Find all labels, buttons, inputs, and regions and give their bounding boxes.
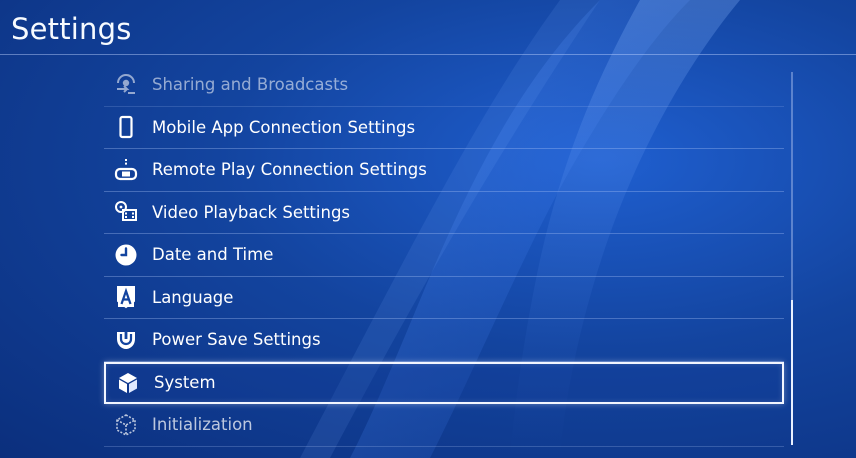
scrollbar-thumb[interactable] xyxy=(791,300,793,445)
settings-item-date-and-time[interactable]: Date and Time xyxy=(104,234,784,277)
settings-item-label: System xyxy=(154,373,216,393)
power-save-icon xyxy=(114,328,138,352)
share-broadcast-icon xyxy=(114,73,138,97)
settings-item-language[interactable]: Language xyxy=(104,277,784,319)
cube-outline-icon xyxy=(114,413,138,437)
header-bar: Settings xyxy=(0,0,856,55)
language-icon xyxy=(114,285,138,309)
mobile-phone-icon xyxy=(114,115,138,139)
settings-item-label: Initialization xyxy=(152,415,253,435)
page-title: Settings xyxy=(11,12,132,46)
settings-item-label: Language xyxy=(152,287,234,307)
settings-item-video-playback[interactable]: Video Playback Settings xyxy=(104,192,784,234)
settings-item-label: Sharing and Broadcasts xyxy=(152,75,349,95)
settings-item-label: Power Save Settings xyxy=(152,330,321,350)
settings-item-initialization[interactable]: Initialization xyxy=(104,404,784,447)
cube-icon xyxy=(116,371,140,395)
settings-item-mobile-app-connection[interactable]: Mobile App Connection Settings xyxy=(104,107,784,149)
clock-icon xyxy=(114,243,138,267)
remote-play-icon xyxy=(114,158,138,182)
settings-item-sharing-and-broadcasts[interactable]: Sharing and Broadcasts xyxy=(104,64,784,107)
settings-item-label: Remote Play Connection Settings xyxy=(152,160,427,180)
settings-item-label: Video Playback Settings xyxy=(152,202,351,222)
settings-item-label: Date and Time xyxy=(152,245,274,265)
settings-item-power-save[interactable]: Power Save Settings xyxy=(104,319,784,362)
scrollbar-track[interactable] xyxy=(791,72,793,445)
settings-item-label: Mobile App Connection Settings xyxy=(152,117,416,137)
settings-item-system[interactable]: System xyxy=(104,361,784,404)
settings-item-remote-play-connection[interactable]: Remote Play Connection Settings xyxy=(104,149,784,192)
film-icon xyxy=(114,200,138,224)
settings-list: Sharing and Broadcasts Mobile App Connec… xyxy=(104,64,784,447)
